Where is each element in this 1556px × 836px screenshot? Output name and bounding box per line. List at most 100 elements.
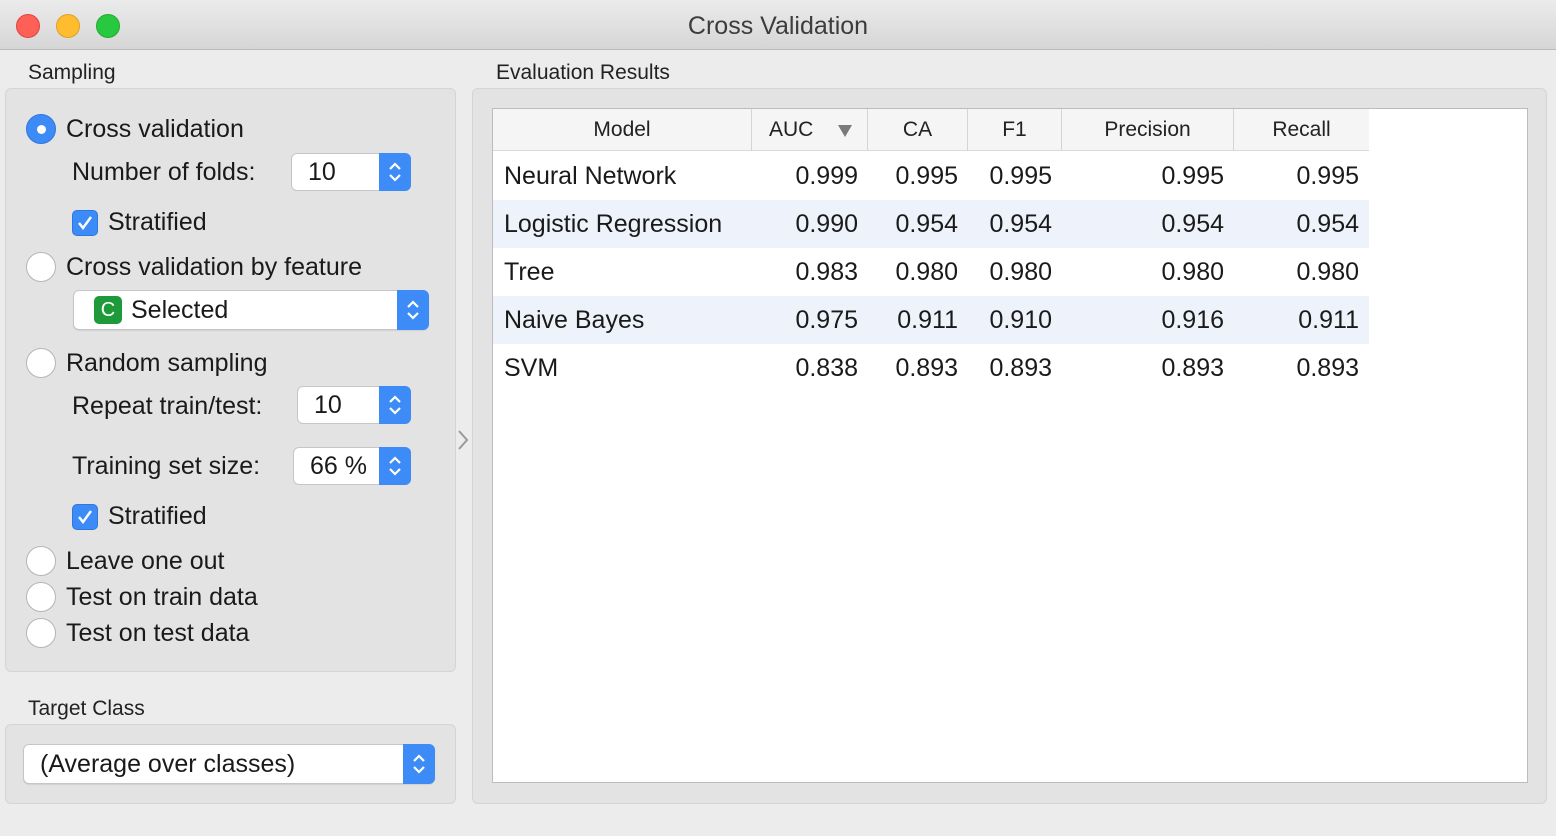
cross-validation-label: Cross validation — [66, 114, 244, 143]
random-sampling-option[interactable]: Random sampling — [26, 348, 268, 378]
cv-by-feature-option[interactable]: Cross validation by feature — [26, 252, 362, 282]
target-class-value: (Average over classes) — [40, 750, 296, 778]
column-header-auc[interactable]: AUC — [752, 109, 868, 151]
chevron-updown-icon — [413, 754, 425, 774]
feature-combo-arrows[interactable] — [397, 290, 429, 330]
title-bar: Cross Validation — [0, 0, 1556, 50]
cell-model: Naive Bayes — [504, 306, 645, 334]
cell-f1: 0.893 — [989, 354, 1052, 382]
cell-precision: 0.980 — [1161, 258, 1224, 286]
train-size-label: Training set size: — [72, 452, 261, 480]
random-sampling-radio[interactable] — [26, 348, 56, 378]
test-on-test-option[interactable]: Test on test data — [26, 618, 249, 648]
test-on-train-label: Test on train data — [66, 582, 258, 611]
target-class-arrows[interactable] — [403, 744, 435, 784]
stratified-label-2: Stratified — [108, 502, 207, 530]
column-header-auc-label: AUC — [769, 118, 814, 141]
repeat-stepper[interactable] — [379, 386, 411, 424]
stratified-checkbox-1[interactable] — [72, 209, 98, 236]
train-size-spinbox[interactable]: 66 % — [293, 447, 411, 485]
table-row[interactable]: SVM 0.838 0.893 0.893 0.893 0.893 — [493, 344, 1369, 392]
cell-recall: 0.980 — [1296, 258, 1359, 286]
cell-f1: 0.954 — [989, 210, 1052, 238]
cell-ca: 0.954 — [895, 210, 958, 238]
checkmark-icon — [78, 509, 92, 524]
cross-validation-window: Cross Validation Sampling Cross validati… — [0, 0, 1556, 836]
cell-recall: 0.995 — [1296, 162, 1359, 190]
column-header-recall[interactable]: Recall — [1234, 109, 1369, 151]
table-row[interactable]: Tree 0.983 0.980 0.980 0.980 0.980 — [493, 248, 1369, 296]
folds-stepper[interactable] — [379, 153, 411, 191]
cell-auc: 0.990 — [795, 210, 858, 238]
folds-value: 10 — [308, 158, 336, 186]
cell-auc: 0.838 — [795, 354, 858, 382]
cell-model: Logistic Regression — [504, 210, 723, 238]
table-row[interactable]: Logistic Regression 0.990 0.954 0.954 0.… — [493, 200, 1369, 248]
cell-precision: 0.954 — [1161, 210, 1224, 238]
target-class-combo[interactable]: (Average over classes) — [23, 744, 435, 784]
cell-auc: 0.999 — [795, 162, 858, 190]
cell-ca: 0.911 — [897, 306, 958, 334]
stepper-arrows-icon — [389, 162, 401, 182]
cell-recall: 0.954 — [1296, 210, 1359, 238]
evaluation-results-label: Evaluation Results — [496, 61, 670, 84]
cross-validation-radio[interactable] — [26, 114, 56, 144]
cell-ca: 0.980 — [895, 258, 958, 286]
cell-model: SVM — [504, 354, 559, 382]
chevron-updown-icon — [407, 300, 419, 320]
repeat-value: 10 — [314, 391, 342, 419]
checkmark-icon — [78, 215, 92, 230]
cell-recall: 0.911 — [1298, 306, 1359, 334]
test-on-train-option[interactable]: Test on train data — [26, 582, 258, 612]
leave-one-out-radio[interactable] — [26, 546, 56, 576]
target-class-label: Target Class — [28, 697, 145, 720]
cell-ca: 0.995 — [895, 162, 958, 190]
random-sampling-label: Random sampling — [66, 348, 268, 377]
cell-f1: 0.910 — [989, 306, 1052, 334]
cell-auc: 0.975 — [795, 306, 858, 334]
stratified-option-1[interactable]: Stratified — [72, 208, 207, 237]
test-on-test-label: Test on test data — [66, 618, 250, 647]
table-row[interactable]: Naive Bayes 0.975 0.911 0.910 0.916 0.91… — [493, 296, 1369, 344]
cell-model: Neural Network — [504, 162, 677, 190]
leave-one-out-option[interactable]: Leave one out — [26, 546, 224, 576]
collapse-panel-chevron-icon[interactable] — [455, 427, 471, 453]
categorical-badge-icon: C — [94, 296, 122, 324]
results-table[interactable]: Model AUC CA F1 Precision Recall Neural … — [492, 108, 1528, 783]
cross-validation-option[interactable]: Cross validation — [26, 114, 244, 144]
stratified-option-2[interactable]: Stratified — [72, 502, 207, 531]
cell-f1: 0.995 — [989, 162, 1052, 190]
sort-descending-icon — [838, 125, 852, 137]
window-title: Cross Validation — [687, 12, 869, 40]
train-size-value: 66 % — [310, 452, 367, 480]
repeat-label: Repeat train/test: — [72, 392, 263, 420]
train-size-stepper[interactable] — [379, 447, 411, 485]
column-header-model[interactable]: Model — [493, 109, 752, 151]
cv-by-feature-radio[interactable] — [26, 252, 56, 282]
feature-combo[interactable]: C Selected — [73, 290, 429, 330]
cell-precision: 0.916 — [1161, 306, 1224, 334]
test-on-test-radio[interactable] — [26, 618, 56, 648]
table-row[interactable]: Neural Network 0.999 0.995 0.995 0.995 0… — [493, 152, 1369, 200]
cell-f1: 0.980 — [989, 258, 1052, 286]
folds-spinbox[interactable]: 10 — [291, 153, 411, 191]
folds-label: Number of folds: — [72, 158, 256, 186]
stratified-label-1: Stratified — [108, 208, 207, 236]
column-header-ca[interactable]: CA — [868, 109, 968, 151]
stepper-arrows-icon — [389, 395, 401, 415]
stratified-checkbox-2[interactable] — [72, 503, 98, 530]
column-header-f1[interactable]: F1 — [968, 109, 1062, 151]
sampling-label: Sampling — [28, 61, 116, 84]
test-on-train-radio[interactable] — [26, 582, 56, 612]
cell-auc: 0.983 — [795, 258, 858, 286]
cell-recall: 0.893 — [1296, 354, 1359, 382]
feature-combo-value: Selected — [131, 296, 229, 324]
repeat-spinbox[interactable]: 10 — [297, 386, 411, 424]
cell-precision: 0.893 — [1161, 354, 1224, 382]
stepper-arrows-icon — [389, 456, 401, 476]
cell-model: Tree — [504, 258, 555, 286]
leave-one-out-label: Leave one out — [66, 546, 225, 575]
cell-precision: 0.995 — [1161, 162, 1224, 190]
cv-by-feature-label: Cross validation by feature — [66, 252, 362, 281]
column-header-precision[interactable]: Precision — [1062, 109, 1234, 151]
